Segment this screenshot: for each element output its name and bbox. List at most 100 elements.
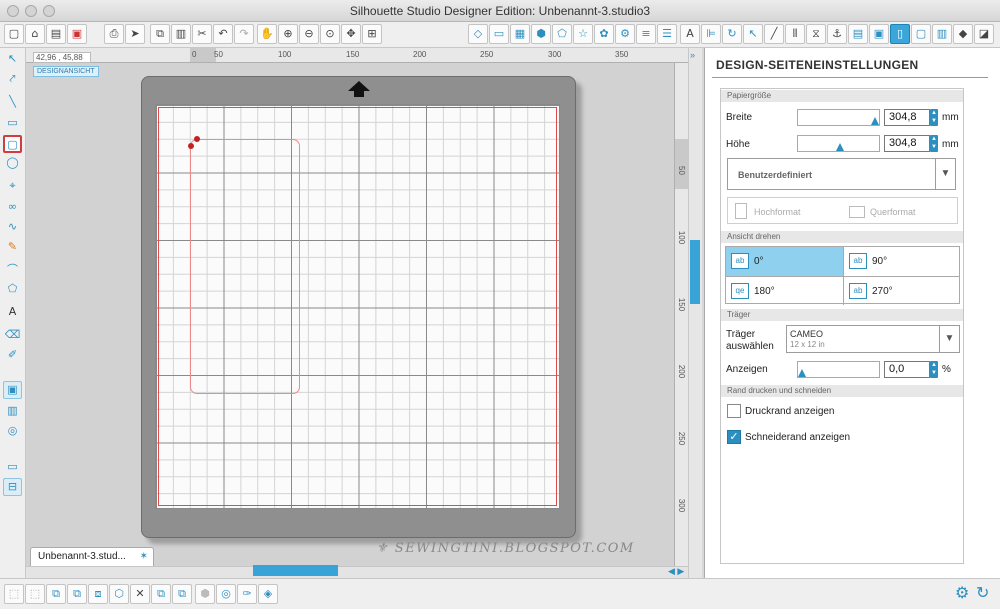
window-view-icon[interactable]: ▭ [3, 458, 22, 476]
smooth-tool-icon[interactable]: ⌒ [3, 261, 22, 279]
cut-icon[interactable]: ✂ [192, 24, 212, 44]
replicate-icon[interactable]: ⦀ [785, 24, 805, 44]
show-slider[interactable] [797, 361, 880, 378]
save-icon[interactable]: ▤ [46, 24, 66, 44]
transparency-icon[interactable]: ▦ [510, 24, 530, 44]
shape-anchor-point[interactable] [194, 136, 200, 142]
design-page-icon[interactable]: ▯ [890, 24, 910, 44]
horizontal-scroll-thumb[interactable] [253, 565, 338, 576]
rotate-90-option[interactable]: ab 90° [843, 247, 960, 276]
trace-icon[interactable]: ⚓ [827, 24, 847, 44]
close-window-button[interactable] [7, 5, 19, 17]
rotate-180-option[interactable]: qe 180° [726, 276, 843, 305]
compound-path-icon[interactable]: ⧉ [46, 584, 66, 604]
group-icon[interactable]: ⬚ [4, 584, 24, 604]
library-icon[interactable]: ▤ [848, 24, 868, 44]
vertical-scroll-thumb[interactable] [690, 240, 700, 304]
pin-icon[interactable]: ✶ [140, 548, 148, 566]
undo-icon[interactable]: ↶ [213, 24, 233, 44]
transform-icon[interactable]: ╱ [764, 24, 784, 44]
new-icon[interactable]: ▢ [4, 24, 24, 44]
zoom-select-icon[interactable]: ⊙ [320, 24, 340, 44]
rotate-270-option[interactable]: ab 270° [843, 276, 960, 305]
split-view-icon[interactable]: ⊟ [3, 478, 22, 496]
trace-bottom-icon[interactable]: ✑ [237, 584, 257, 604]
select-icon[interactable]: ↖ [3, 50, 22, 68]
redo-icon[interactable]: ↷ [234, 24, 254, 44]
line-style-icon[interactable]: ☰ [657, 24, 677, 44]
zoom-in-icon[interactable]: ⊕ [278, 24, 298, 44]
delete-icon[interactable]: ✕ [130, 584, 150, 604]
minimize-window-button[interactable] [25, 5, 37, 17]
curve-tool-icon[interactable]: ∞ [3, 198, 22, 216]
ungroup-icon[interactable]: ⬚ [25, 584, 45, 604]
offset-icon[interactable]: ◎ [216, 584, 236, 604]
carrier-select[interactable]: CAMEO 12 x 12 in ▼ [786, 325, 960, 353]
zoom-window-button[interactable] [43, 5, 55, 17]
shape-anchor-point[interactable] [188, 143, 194, 149]
pentagon-icon[interactable]: ⬠ [552, 24, 572, 44]
document-tab[interactable]: Unbenannt-3.stud... ✶ [30, 547, 154, 566]
text-icon[interactable]: A [680, 24, 700, 44]
copy-icon[interactable]: ⧉ [150, 24, 170, 44]
height-stepper[interactable]: ▲ ▼ [930, 135, 938, 152]
library-view-icon[interactable]: ▥ [3, 402, 22, 420]
sync-icon[interactable]: ↻ [976, 583, 989, 602]
zoom-fit-icon[interactable]: ✥ [341, 24, 361, 44]
send-to-silhouette-icon[interactable]: ▥ [932, 24, 952, 44]
text-tool-icon[interactable]: A [3, 303, 22, 321]
show-input[interactable]: 0,0 [884, 361, 930, 378]
point-edit-icon[interactable]: ⤤ [3, 70, 22, 88]
cut-settings-icon[interactable]: ▢ [911, 24, 931, 44]
width-input[interactable]: 304,8 [884, 109, 930, 126]
weld-icon[interactable]: ⬢ [195, 584, 215, 604]
cut-border-checkbox[interactable]: ✓ [727, 430, 741, 444]
rotate-icon[interactable]: ↻ [722, 24, 742, 44]
page-view-icon[interactable]: ▣ [3, 381, 22, 399]
send-dark-icon[interactable]: ◪ [974, 24, 994, 44]
ellipse-tool-icon[interactable]: ◯ [3, 154, 22, 172]
store-view-icon[interactable]: ◎ [3, 422, 22, 440]
eraser-tool-icon[interactable]: ⌫ [3, 326, 22, 344]
width-stepper[interactable]: ▲ ▼ [930, 109, 938, 126]
zoom-out-icon[interactable]: ⊖ [299, 24, 319, 44]
print-border-checkbox[interactable] [727, 404, 741, 418]
settings-shape-icon[interactable]: ⚙ [615, 24, 635, 44]
pentagon-tool-icon[interactable]: ⬠ [3, 280, 22, 298]
duplicate-icon[interactable]: ⬡ [109, 584, 129, 604]
line-tool-icon[interactable]: ╲ [3, 93, 22, 111]
arrange-icon[interactable]: ⧉ [172, 584, 192, 604]
modify-icon[interactable]: ⧖ [806, 24, 826, 44]
rectangle-tool-icon[interactable]: ▭ [3, 114, 22, 132]
line-color-icon[interactable]: ≡ [636, 24, 656, 44]
show-stepper[interactable]: ▲ ▼ [930, 361, 938, 378]
landscape-button[interactable]: Querformat [870, 207, 916, 217]
height-slider-thumb[interactable] [836, 143, 844, 151]
paste-icon[interactable]: ▥ [171, 24, 191, 44]
height-input[interactable]: 304,8 [884, 135, 930, 152]
fill-icon[interactable]: ◇ [468, 24, 488, 44]
cursor-icon[interactable]: ↖ [743, 24, 763, 44]
send-back-icon[interactable]: ⧉ [151, 584, 171, 604]
store-icon[interactable]: ▣ [869, 24, 889, 44]
pan-icon[interactable]: ✋ [257, 24, 277, 44]
height-slider[interactable] [797, 135, 880, 152]
line-icon[interactable]: ▭ [489, 24, 509, 44]
width-slider[interactable] [797, 109, 880, 126]
settings-gear-icon[interactable]: ⚙ [955, 583, 969, 602]
knife-tool-icon[interactable]: ✐ [3, 346, 22, 364]
knife-bottom-icon[interactable]: ◈ [258, 584, 278, 604]
arc-tool-icon[interactable]: ∿ [3, 218, 22, 236]
bring-front-icon[interactable]: ⧈ [88, 584, 108, 604]
rounded-rectangle-tool-icon[interactable]: ▢ [3, 135, 22, 153]
polygon-tool-icon[interactable]: ⌖ [3, 177, 22, 195]
shape-icon[interactable]: ⬢ [531, 24, 551, 44]
fit-page-icon[interactable]: ⊞ [362, 24, 382, 44]
show-slider-thumb[interactable] [798, 369, 806, 377]
horizontal-scrollbar[interactable]: ◀ ▶ [26, 566, 688, 578]
release-compound-icon[interactable]: ⧉ [67, 584, 87, 604]
pen-tool-icon[interactable]: ◆ [953, 24, 973, 44]
save-as-icon[interactable]: ▣ [67, 24, 87, 44]
portrait-button[interactable]: Hochformat [754, 207, 801, 217]
rotate-0-option[interactable]: ab 0° [726, 247, 843, 276]
